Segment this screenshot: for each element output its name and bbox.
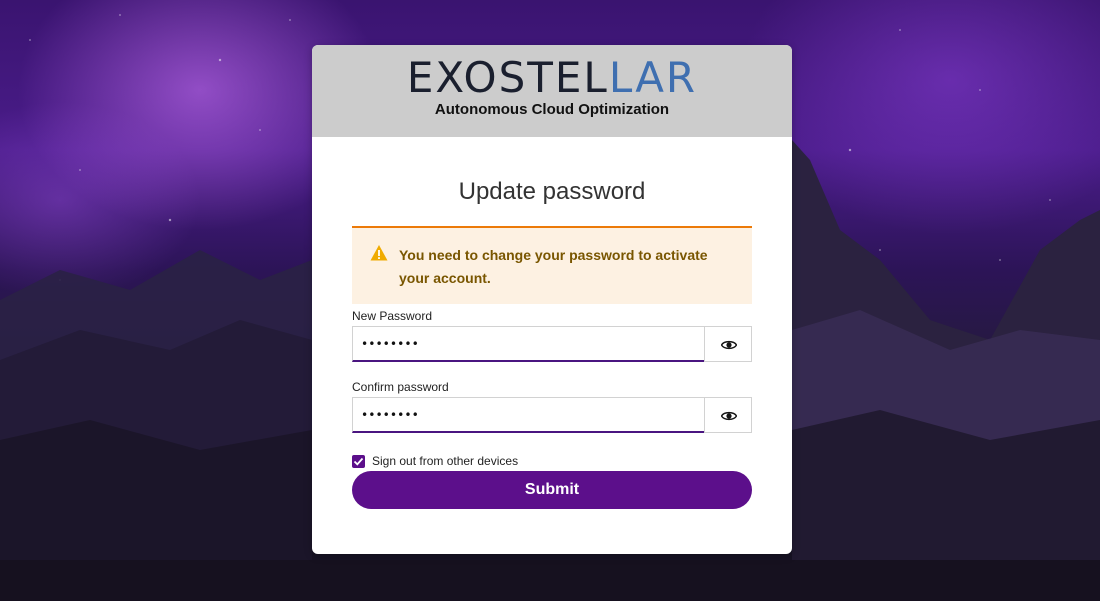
eye-icon — [721, 340, 737, 350]
login-card: EXOSTELLAR Autonomous Cloud Optimization… — [312, 45, 792, 554]
warning-triangle-icon — [370, 245, 388, 261]
logo-text-dark: EXOSTEL — [406, 53, 609, 102]
show-confirm-password-button[interactable] — [704, 397, 752, 433]
exostellar-logo: EXOSTELLAR — [312, 55, 792, 101]
new-password-group — [352, 326, 752, 362]
confirm-password-group — [352, 397, 752, 433]
page-title: Update password — [458, 178, 646, 205]
new-password-label: New Password — [352, 309, 433, 323]
logo-tagline: Autonomous Cloud Optimization — [434, 101, 670, 118]
card-header: EXOSTELLAR Autonomous Cloud Optimization — [312, 45, 792, 137]
show-new-password-button[interactable] — [704, 326, 752, 362]
sign-out-checkbox[interactable] — [352, 455, 365, 468]
warning-alert: You need to change your password to acti… — [352, 226, 752, 304]
confirm-password-label: Confirm password — [352, 380, 449, 394]
new-password-input[interactable] — [352, 326, 704, 362]
logo-text-blue: LAR — [608, 53, 698, 102]
check-icon — [353, 457, 364, 466]
submit-button[interactable]: Submit — [352, 471, 752, 509]
alert-message: You need to change your password to acti… — [399, 247, 708, 286]
eye-icon — [721, 411, 737, 421]
confirm-password-input[interactable] — [352, 397, 704, 433]
sign-out-label[interactable]: Sign out from other devices — [372, 454, 518, 468]
